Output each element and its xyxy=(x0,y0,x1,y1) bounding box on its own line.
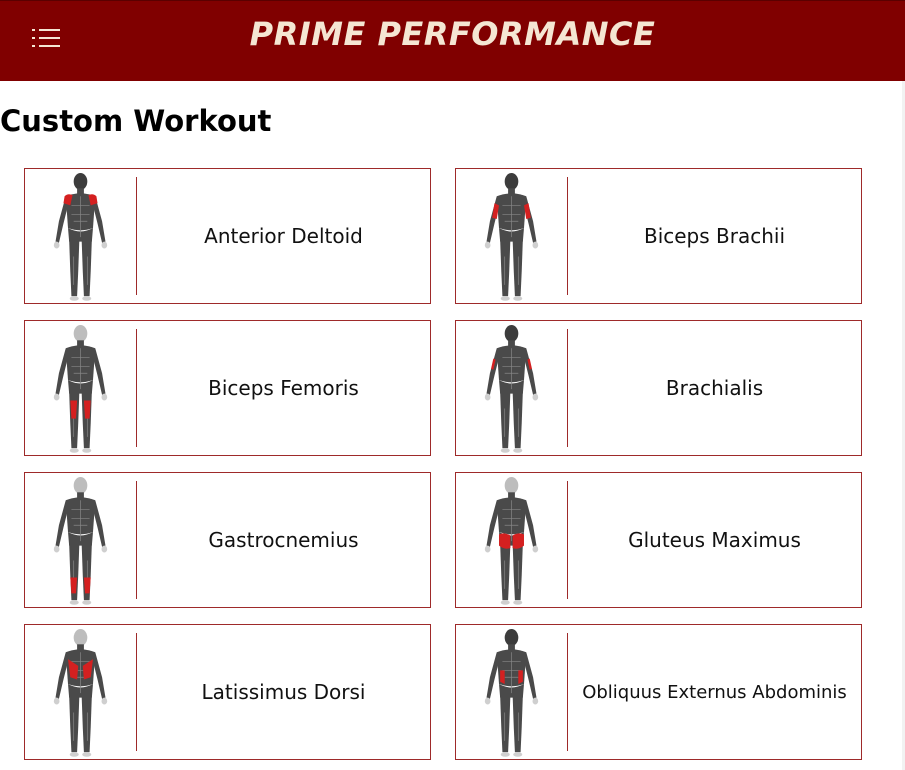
muscle-card[interactable]: Anterior Deltoid xyxy=(24,168,431,304)
muscle-figure-image xyxy=(25,321,136,455)
muscle-figure-image xyxy=(25,625,136,759)
muscle-card[interactable]: Gluteus Maximus xyxy=(455,472,862,608)
muscle-card[interactable]: Brachialis xyxy=(455,320,862,456)
muscle-name: Anterior Deltoid xyxy=(204,224,363,248)
muscle-figure-image xyxy=(25,473,136,607)
muscle-figure-image xyxy=(456,625,567,759)
muscle-name: Gastrocnemius xyxy=(208,528,359,552)
brand-title: PRIME PERFORMANCE xyxy=(249,15,656,53)
page-title: Custom Workout xyxy=(0,104,272,138)
muscle-name: Gluteus Maximus xyxy=(628,528,801,552)
muscle-figure-image xyxy=(456,321,567,455)
muscle-figure-image xyxy=(456,169,567,303)
muscle-card[interactable]: Obliquus Externus Abdominis xyxy=(455,624,862,760)
muscle-card[interactable]: Biceps Brachii xyxy=(455,168,862,304)
muscle-name: Latissimus Dorsi xyxy=(201,680,366,704)
muscle-name: Obliquus Externus Abdominis xyxy=(582,681,847,703)
muscle-figure-image xyxy=(25,169,136,303)
muscle-card[interactable]: Gastrocnemius xyxy=(24,472,431,608)
app-header: PRIME PERFORMANCE xyxy=(0,0,905,81)
muscle-name: Biceps Femoris xyxy=(208,376,359,400)
muscle-name: Biceps Brachii xyxy=(643,224,786,248)
muscle-card[interactable]: Biceps Femoris xyxy=(24,320,431,456)
muscle-card[interactable]: Latissimus Dorsi xyxy=(24,624,431,760)
muscle-name: Brachialis xyxy=(665,376,764,400)
muscle-figure-image xyxy=(456,473,567,607)
